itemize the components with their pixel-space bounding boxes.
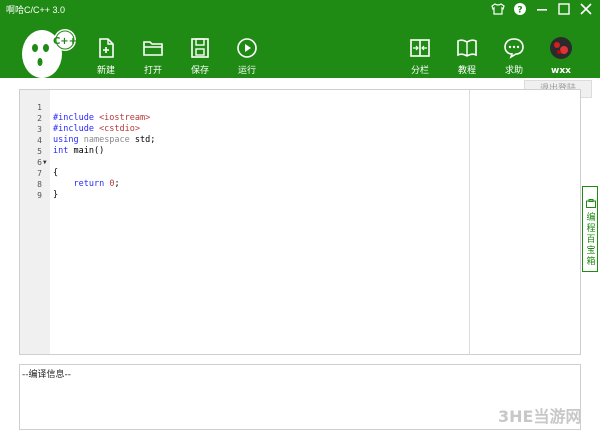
book-icon — [455, 36, 479, 60]
maximize-icon[interactable] — [556, 2, 572, 18]
code-line: 4 int main() — [37, 136, 105, 156]
new-file-icon — [94, 36, 118, 60]
open-button[interactable]: 打开 — [133, 36, 173, 76]
run-button[interactable]: 运行 — [227, 36, 267, 76]
help-request-button[interactable]: 求助 — [494, 36, 534, 76]
code-line: 5 ▼ { — [37, 147, 59, 178]
toolbox-icon — [586, 193, 596, 208]
folder-open-icon — [141, 36, 165, 60]
split-view-button[interactable]: 分栏 — [400, 36, 440, 76]
top-toolbar: 啊哈C/C++ 3.0 ? C++ 新建 打开 保存 运行 分栏 教程 求助 w… — [0, 0, 600, 78]
close-icon[interactable] — [578, 2, 594, 18]
mascot-logo: C++ — [20, 20, 82, 78]
code-line: 6 — [37, 158, 42, 167]
code-line: 2 #include <cstdio> — [37, 114, 141, 134]
shirt-icon[interactable] — [490, 2, 506, 18]
split-view-icon — [408, 36, 432, 60]
code-line: 1 #include <iostream> — [37, 103, 151, 123]
save-button[interactable]: 保存 — [180, 36, 220, 76]
avatar-icon — [549, 36, 573, 60]
compile-output-header: --编译信息-- — [22, 370, 71, 380]
svg-text:C++: C++ — [53, 36, 77, 47]
svg-text:3HE当游网: 3HE当游网 — [498, 407, 581, 426]
chat-icon — [502, 36, 526, 60]
toolbox-side-tab[interactable]: 编程百宝箱 — [582, 186, 598, 272]
minimize-icon[interactable] — [534, 2, 550, 18]
help-icon[interactable]: ? — [512, 2, 528, 18]
save-icon — [188, 36, 212, 60]
window-title: 啊哈C/C++ 3.0 — [6, 5, 66, 15]
toolbox-label: 编程百宝箱 — [586, 213, 596, 267]
code-line: 8 } — [37, 180, 59, 200]
watermark-logo: 3HE当游网 — [498, 404, 594, 428]
tutorial-button[interactable]: 教程 — [447, 36, 487, 76]
code-line: 7 return 0; — [37, 169, 120, 189]
code-editor[interactable]: 1 #include <iostream> 2 #include <cstdio… — [19, 89, 581, 355]
code-line: 3 using namespace std; — [37, 125, 156, 145]
code-line: 9 — [37, 191, 42, 200]
compile-output-panel[interactable]: --编译信息-- — [19, 364, 581, 430]
run-icon — [235, 36, 259, 60]
window-controls: ? — [490, 2, 594, 18]
user-account-button[interactable]: wxx — [541, 36, 581, 76]
new-file-button[interactable]: 新建 — [86, 36, 126, 76]
svg-text:?: ? — [517, 6, 522, 16]
